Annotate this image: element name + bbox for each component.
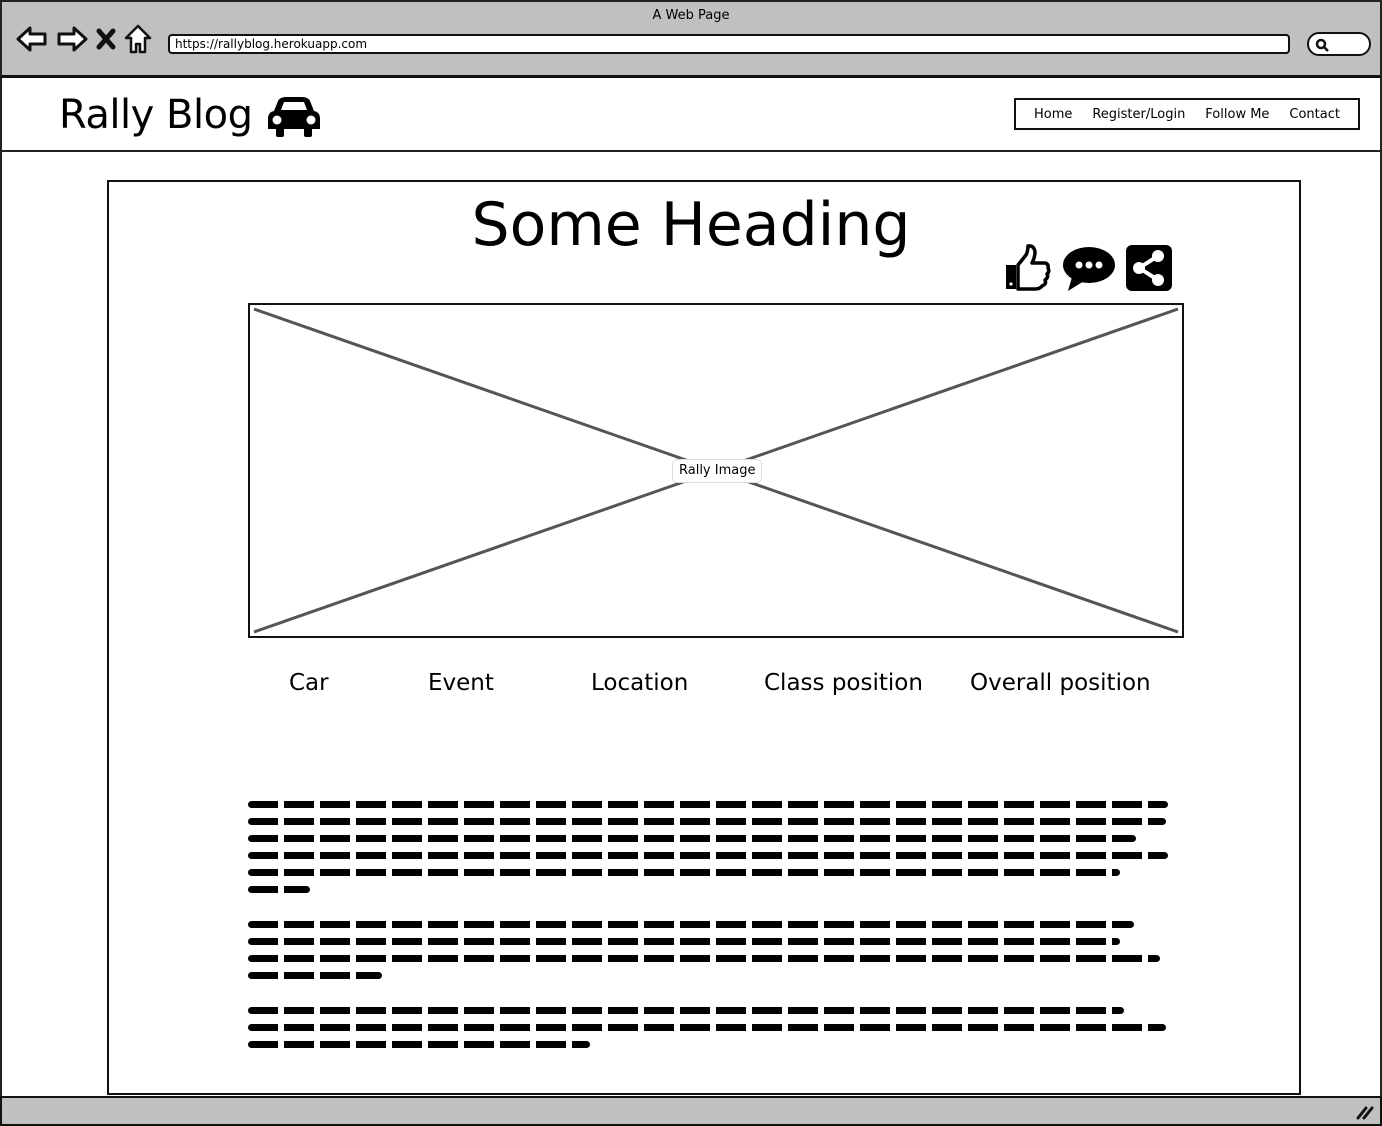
browser-chrome: A Web Page https://rallyblog.herokuapp.c… [0, 0, 1382, 78]
browser-nav-buttons [16, 24, 152, 58]
stat-location: Location [591, 670, 689, 696]
nav-register-login[interactable]: Register/Login [1092, 107, 1185, 122]
paragraph-1 [248, 801, 1172, 903]
stat-overall-position: Overall position [970, 670, 1151, 696]
nav-contact[interactable]: Contact [1289, 107, 1340, 122]
browser-search-button[interactable] [1307, 32, 1371, 56]
image-label: Rally Image [672, 459, 763, 483]
back-arrow-icon[interactable] [16, 25, 48, 57]
stat-class-position: Class position [764, 670, 923, 696]
window-title: A Web Page [652, 8, 730, 23]
stat-event: Event [428, 670, 494, 696]
nav-follow-me[interactable]: Follow Me [1205, 107, 1269, 122]
search-icon [1315, 38, 1329, 52]
main-nav: Home Register/Login Follow Me Contact [1014, 98, 1360, 130]
close-x-icon[interactable] [96, 27, 116, 55]
comment-icon[interactable] [1062, 243, 1116, 297]
stat-car: Car [289, 670, 329, 696]
nav-home[interactable]: Home [1034, 107, 1072, 122]
url-input[interactable]: https://rallyblog.herokuapp.com [168, 34, 1290, 54]
post-actions [1002, 243, 1172, 297]
site-header: Rally Blog Home Register/Login Follow Me… [0, 78, 1382, 152]
home-icon[interactable] [124, 24, 152, 58]
resize-grip-icon[interactable] [1356, 1104, 1374, 1124]
post-heading: Some Heading [471, 190, 911, 260]
forward-arrow-icon[interactable] [56, 25, 88, 57]
brand-title[interactable]: Rally Blog [59, 92, 253, 138]
paragraph-3 [248, 1007, 1172, 1058]
thumbs-up-icon[interactable] [1002, 243, 1052, 297]
share-icon[interactable] [1126, 245, 1172, 295]
car-icon [266, 95, 322, 143]
status-bar [0, 1096, 1382, 1126]
paragraph-2 [248, 921, 1172, 989]
